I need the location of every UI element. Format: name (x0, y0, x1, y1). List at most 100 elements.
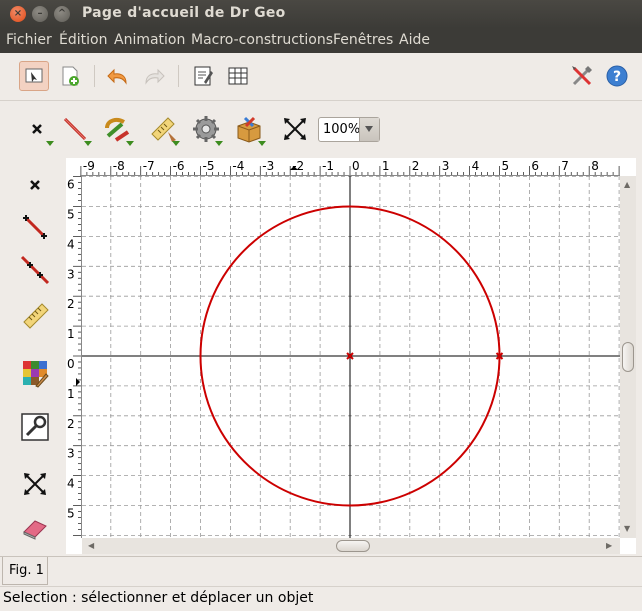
numeric-tools-button[interactable] (146, 112, 180, 146)
new-figure-button[interactable] (55, 61, 85, 91)
line-tool-button[interactable] (18, 253, 52, 287)
x-tick-label: 8 (591, 159, 599, 173)
transformation-tools-button[interactable] (100, 112, 134, 146)
dropdown-indicator-icon (172, 141, 180, 146)
line-tools-icon (63, 117, 87, 141)
menu-bar: Fichier Édition Animation Macro-construc… (0, 28, 642, 53)
vertical-scrollbar[interactable]: ▲ ▼ (620, 176, 636, 538)
menu-animation[interactable]: Animation (114, 32, 185, 48)
zoom-select[interactable]: 100% (318, 117, 380, 142)
scroll-right-icon[interactable]: ▶ (606, 541, 612, 550)
x-tick-label: -9 (83, 159, 95, 173)
figure-drawing-area[interactable] (82, 176, 620, 538)
main-toolbar: ? (0, 53, 642, 101)
y-tick-label: 5 (67, 208, 75, 222)
macro-tools-button[interactable] (189, 112, 223, 146)
undo-button[interactable] (103, 61, 133, 91)
vertical-ruler: 6 5 4 3 2 1 0 1 2 3 4 5 (66, 176, 82, 538)
dropdown-indicator-icon (126, 141, 134, 146)
script-editor-icon (194, 66, 213, 86)
select-icon (25, 68, 43, 83)
scroll-left-icon[interactable]: ◀ (88, 541, 94, 550)
color-style-tool-button[interactable] (18, 356, 52, 390)
figure-tabs: Fig. 1 (0, 556, 642, 586)
ruler-marker-icon (76, 378, 80, 386)
y-tick-label: 2 (67, 297, 75, 311)
toolbar-separator (94, 65, 95, 87)
x-tick-label: 1 (382, 159, 390, 173)
x-tick-label: 6 (531, 159, 539, 173)
menu-fichier[interactable]: Fichier (6, 32, 52, 48)
x-tick-label: 4 (472, 159, 480, 173)
menu-aide[interactable]: Aide (399, 32, 430, 48)
horizontal-scrollbar[interactable]: ◀ ▶ (82, 538, 620, 554)
x-tick-label: -2 (292, 159, 304, 173)
maximize-window-button[interactable]: ^ (54, 6, 70, 22)
scroll-down-icon[interactable]: ▼ (624, 524, 630, 533)
redo-button[interactable] (139, 61, 169, 91)
y-tick-label: 4 (67, 477, 75, 491)
dropdown-indicator-icon (258, 141, 266, 146)
eraser-tool-button[interactable] (18, 511, 52, 545)
chevron-down-icon (365, 126, 373, 132)
undo-icon (107, 68, 127, 85)
move-icon (284, 118, 306, 140)
new-figure-icon (62, 66, 79, 86)
move-tool-palette-button[interactable] (18, 467, 52, 501)
zoom-value: 100% (323, 122, 359, 137)
tool-palette (0, 158, 64, 550)
horizontal-scroll-thumb[interactable] (336, 540, 370, 552)
x-tick-label: 7 (561, 159, 569, 173)
segment-tool-button[interactable] (18, 210, 52, 244)
ruler-tool-button[interactable] (18, 298, 52, 332)
x-tick-label: -8 (113, 159, 125, 173)
y-tick-label: 4 (67, 237, 75, 251)
segment-icon (23, 215, 47, 239)
properties-icon (21, 413, 49, 441)
color-style-icon (23, 361, 49, 388)
select-button[interactable] (19, 61, 49, 91)
help-button[interactable]: ? (602, 61, 632, 91)
other-tools-button[interactable] (232, 112, 266, 146)
menu-edition[interactable]: Édition (59, 32, 107, 48)
help-icon: ? (606, 65, 628, 87)
x-tick-label: -5 (203, 159, 215, 173)
dropdown-indicator-icon (215, 141, 223, 146)
vertical-scroll-thumb[interactable] (622, 342, 634, 372)
tab-fig-1[interactable]: Fig. 1 (2, 557, 48, 585)
point-tools-button[interactable] (20, 112, 54, 146)
menu-fenetres[interactable]: Fenêtres (333, 32, 393, 48)
y-tick-label: 1 (67, 387, 75, 401)
macro-tools-icon (193, 116, 219, 142)
x-tick-label: 3 (442, 159, 450, 173)
point-icon (30, 180, 40, 190)
move-tool-icon (24, 473, 46, 495)
svg-text:?: ? (613, 69, 621, 85)
grid-button[interactable] (223, 61, 253, 91)
redo-icon (145, 68, 165, 85)
line-tools-button[interactable] (58, 112, 92, 146)
zoom-dropdown-button[interactable] (359, 118, 379, 141)
close-window-button[interactable]: × (10, 6, 26, 22)
x-tick-label: 5 (502, 159, 510, 173)
x-tick-label: -1 (322, 159, 334, 173)
y-tick-label: 6 (67, 178, 75, 192)
y-tick-label: 1 (67, 327, 75, 341)
dropdown-indicator-icon (84, 141, 92, 146)
script-editor-button[interactable] (188, 61, 218, 91)
menu-macro-constructions[interactable]: Macro-constructions (191, 32, 333, 48)
ruler-icon (23, 303, 49, 329)
point-tool-button[interactable] (18, 168, 52, 202)
scroll-up-icon[interactable]: ▲ (624, 180, 630, 189)
move-tool-button[interactable] (278, 112, 312, 146)
x-tick-label: 0 (352, 159, 360, 173)
eraser-icon (23, 520, 47, 540)
preferences-button[interactable] (567, 61, 597, 91)
dropdown-indicator-icon (46, 141, 54, 146)
y-tick-label: 0 (67, 357, 75, 371)
x-tick-label: -4 (232, 159, 244, 173)
transformation-tools-icon (105, 118, 130, 142)
minimize-window-button[interactable]: – (32, 6, 48, 22)
window-title: Page d'accueil de Dr Geo (82, 5, 286, 21)
properties-tool-button[interactable] (18, 410, 52, 444)
